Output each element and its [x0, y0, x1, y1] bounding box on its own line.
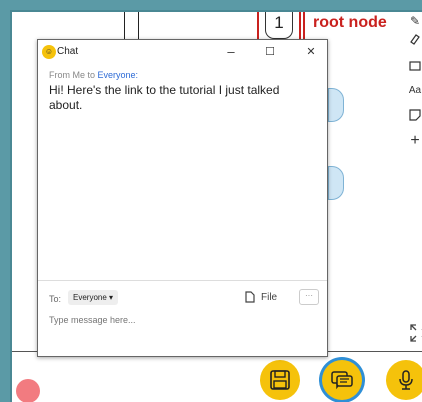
recipient-value: Everyone [73, 293, 107, 302]
fullscreen-icon[interactable] [410, 324, 422, 342]
diagram-bubble[interactable] [328, 166, 344, 200]
message-header: From Me to Everyone: [49, 70, 138, 80]
eraser-icon[interactable] [405, 32, 422, 50]
save-icon [270, 370, 290, 390]
recipient-link[interactable]: Everyone: [98, 70, 139, 80]
pen-icon[interactable]: ✎ [405, 12, 422, 30]
microphone-button[interactable] [386, 360, 422, 400]
divider-line [124, 12, 125, 42]
to-label: To: [49, 294, 62, 304]
from-prefix: From Me to [49, 70, 96, 80]
sticky-note-icon[interactable] [405, 108, 422, 126]
microphone-icon [399, 370, 413, 390]
chat-message: Hi! Here's the link to the tutorial I ju… [49, 83, 280, 112]
save-button[interactable] [260, 360, 300, 400]
chat-title: Chat [57, 46, 79, 57]
recipient-dropdown[interactable]: Everyone ▾ [68, 290, 119, 305]
shape-icon[interactable] [405, 58, 422, 76]
chat-window[interactable]: ☺ Chat – ☐ ✕ From Me to Everyone: Hi! He… [37, 39, 328, 357]
text-icon[interactable]: Aa [405, 82, 422, 100]
node-connector [303, 12, 305, 40]
more-options-button[interactable]: ··· [299, 289, 319, 305]
file-button[interactable]: File [245, 291, 277, 303]
record-indicator[interactable] [16, 379, 40, 402]
close-button[interactable]: ✕ [300, 43, 322, 61]
maximize-button[interactable]: ☐ [259, 43, 281, 61]
file-icon [245, 291, 255, 303]
root-node-label[interactable]: root node [313, 14, 387, 32]
diagram-bubble[interactable] [328, 88, 344, 122]
chevron-down-icon: ▾ [109, 293, 114, 302]
add-icon[interactable]: + [405, 132, 422, 150]
chat-button[interactable] [322, 360, 362, 400]
drawing-toolbar: ✎ Aa + [405, 12, 422, 192]
file-label: File [261, 291, 278, 303]
chat-bubbles-icon [331, 371, 353, 390]
node-number: 1 [265, 12, 293, 39]
chat-divider [38, 280, 327, 281]
chat-app-icon: ☺ [42, 45, 56, 59]
message-input[interactable] [49, 315, 309, 325]
minimize-button[interactable]: – [220, 43, 242, 61]
chat-titlebar[interactable]: ☺ Chat – ☐ ✕ [38, 40, 327, 64]
divider-line [138, 12, 139, 42]
